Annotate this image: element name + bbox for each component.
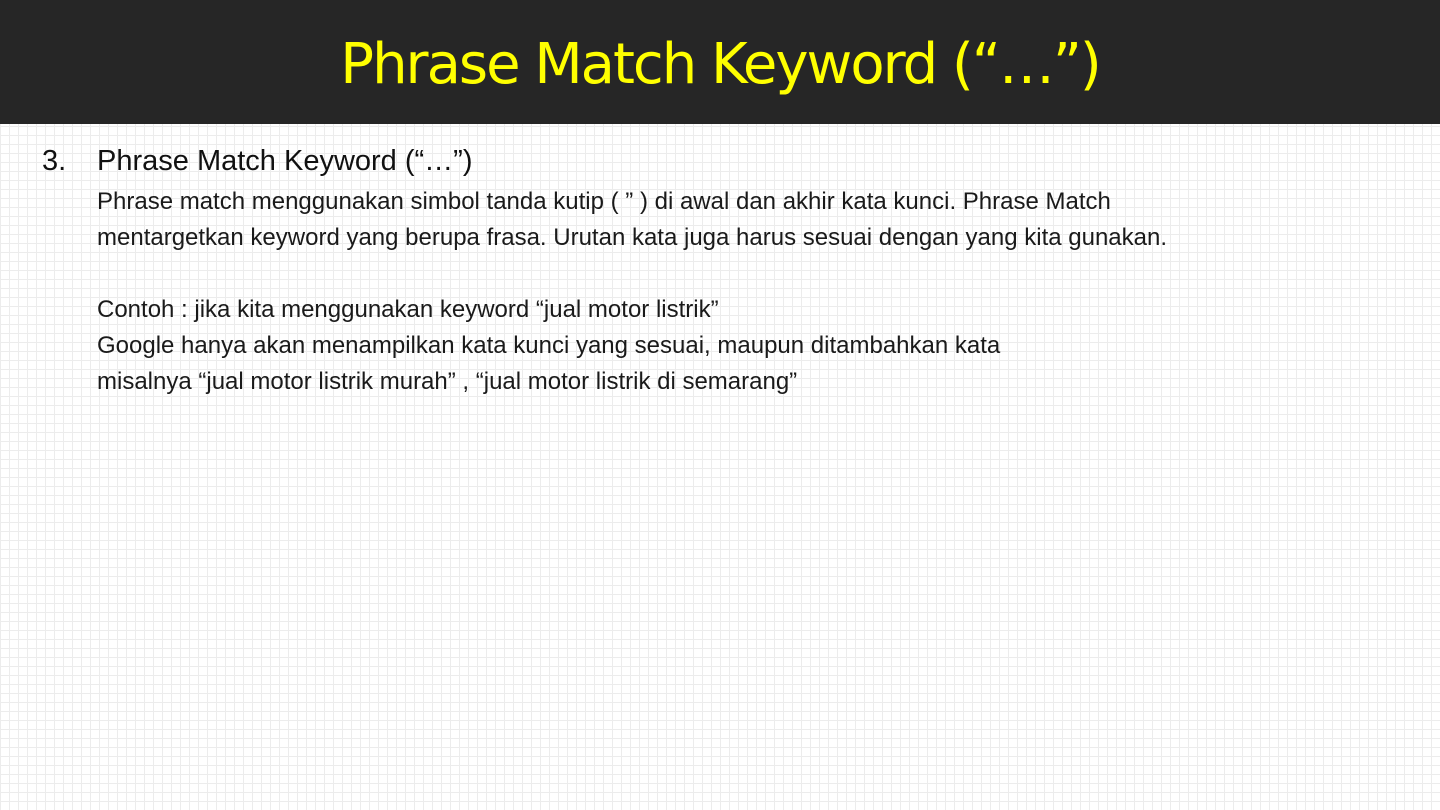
slide-title: Phrase Match Keyword (“…”) [340,32,1101,97]
body-line: Google hanya akan menampilkan kata kunci… [97,332,1001,359]
slide-content: 3. Phrase Match Keyword (“…”) Phrase mat… [0,124,1440,810]
body-line: Phrase match menggunakan simbol tanda ku… [97,188,1111,215]
list-item-heading: Phrase Match Keyword (“…”) [97,145,473,177]
title-bar: Phrase Match Keyword (“…”) [0,0,1440,124]
list-item-number: 3. [42,145,67,177]
list-item-body: Phrase match menggunakan simbol tanda ku… [97,184,1377,400]
body-line: Contoh : jika kita menggunakan keyword “… [97,296,719,323]
body-line: mentargetkan keyword yang berupa frasa. … [97,224,1168,251]
body-line: misalnya “jual motor listrik murah” , “j… [97,368,798,395]
